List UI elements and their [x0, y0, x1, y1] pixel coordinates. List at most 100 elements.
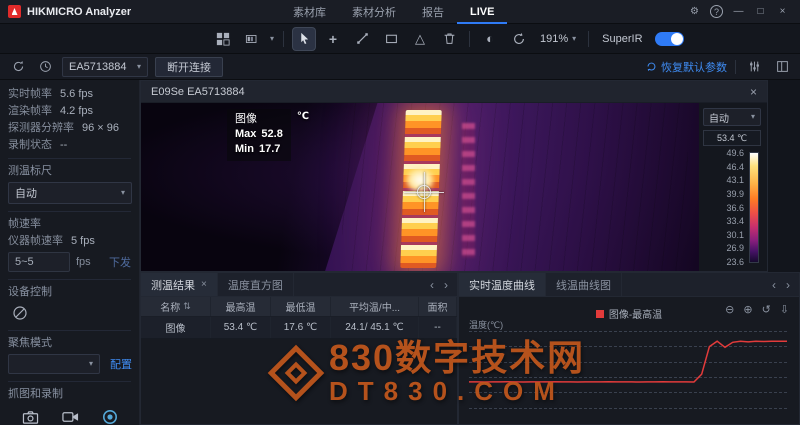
close-button[interactable]: ×	[773, 2, 792, 21]
adjust-sliders-icon[interactable]	[744, 57, 764, 77]
line-tool[interactable]	[351, 28, 373, 50]
temperature-scale: 自动 ▾ 53.4 ℃ 49.646.443.139.936.633.430.1…	[699, 103, 767, 271]
curve-tabs-prev-icon[interactable]: ‹	[772, 278, 776, 292]
hikmicro-logo-icon	[8, 5, 21, 18]
panel-tab-label: 线温曲线图	[556, 277, 611, 293]
scale-tick: 26.9	[726, 243, 744, 253]
rotate-icon[interactable]	[508, 28, 530, 50]
filter-columns-icon[interactable]	[772, 57, 792, 77]
device-control-section-title: 设备控制	[8, 279, 131, 298]
table-header-cell[interactable]: 平均温/中...	[331, 297, 419, 316]
focus-mode-select[interactable]: ▾	[8, 354, 100, 374]
thermal-image[interactable]: 图像 Max52.8 Min17.7 ℃	[141, 103, 699, 271]
scale-select-caret-icon: ▾	[751, 113, 755, 121]
chart-reset-icon[interactable]: ↺	[762, 303, 771, 316]
connection-bar: EA5713884 ▾ 断开连接 恢复默认参数	[0, 54, 800, 80]
point-tool[interactable]: +	[322, 28, 344, 50]
curve-tabs: 实时温度曲线线温曲线图	[459, 273, 622, 296]
scale-mode-select[interactable]: 自动 ▾	[703, 108, 761, 126]
palette-icon[interactable]	[241, 28, 263, 50]
device-framerate-label: 仪器帧速率	[8, 235, 63, 247]
legend-label: 图像-最高温	[609, 306, 662, 321]
table-header-cell[interactable]: 最高温	[211, 297, 271, 316]
chart-ylabel: 温度(℃)	[469, 318, 503, 331]
overlay-unit: ℃	[297, 111, 309, 122]
left-sidebar: 实时帧率5.6 fps渲染帧率4.2 fps探测器分辨率96 × 96录制状态-…	[0, 80, 140, 425]
titlebar-tab-报告[interactable]: 报告	[409, 0, 457, 24]
help-icon[interactable]: ?	[707, 2, 726, 21]
settings-gear-icon[interactable]: ⚙	[685, 2, 704, 21]
stat-label: 实时帧率	[8, 88, 52, 100]
scale-tick: 36.6	[726, 203, 744, 213]
maximize-button[interactable]: □	[751, 2, 770, 21]
palette-caret-icon[interactable]: ▾	[270, 35, 274, 43]
zoom-level-select[interactable]: 191% ▾	[537, 33, 579, 45]
device-select[interactable]: EA5713884 ▾	[62, 57, 148, 77]
contrast-icon[interactable]: ◐	[479, 28, 501, 50]
layout-grid-icon[interactable]	[212, 28, 234, 50]
record-video-icon[interactable]	[60, 407, 80, 425]
panel-tab-label: 温度直方图	[228, 277, 283, 293]
results-tabs: 测温结果 × 温度直方图	[141, 273, 294, 296]
device-framerate-value: 5 fps	[71, 235, 95, 247]
snapshot-camera-icon[interactable]	[20, 407, 40, 425]
panel-tab-线温曲线图[interactable]: 线温曲线图	[546, 273, 622, 296]
titlebar: HIKMICRO Analyzer 素材库素材分析报告LIVE ⚙ ? — □ …	[0, 0, 800, 24]
chart-zoom-in-icon[interactable]: ⊕	[743, 303, 752, 316]
panel-tab-label: 测温结果	[151, 277, 195, 293]
scale-tick: 33.4	[726, 216, 744, 226]
image-panel-close-icon[interactable]: ×	[750, 85, 757, 99]
ruler-mode-select[interactable]: 自动 ▾	[8, 182, 132, 204]
framerate-input[interactable]: 5~5	[8, 252, 70, 272]
table-cell: 图像	[141, 317, 211, 338]
overlay-max-value: 52.8	[261, 127, 282, 142]
select-tool[interactable]	[293, 28, 315, 50]
table-header-cell[interactable]: 面积	[419, 297, 457, 316]
curve-tabs-next-icon[interactable]: ›	[786, 278, 790, 292]
record-button-icon[interactable]	[100, 407, 120, 425]
panel-tab-温度直方图[interactable]: 温度直方图	[218, 273, 294, 296]
sort-icon[interactable]: ⇅	[183, 301, 191, 312]
panel-tab-测温结果[interactable]: 测温结果 ×	[141, 273, 218, 296]
titlebar-tab-素材分析[interactable]: 素材分析	[339, 0, 409, 24]
laser-control-icon[interactable]	[10, 303, 30, 323]
restore-defaults-button[interactable]: 恢复默认参数	[646, 59, 727, 75]
history-clock-icon[interactable]	[35, 57, 55, 77]
tabs-next-icon[interactable]: ›	[444, 278, 448, 292]
superir-toggle[interactable]	[655, 32, 684, 46]
crosshair-icon[interactable]	[404, 172, 444, 212]
delete-tool[interactable]	[438, 28, 460, 50]
temperature-chart[interactable]	[469, 331, 787, 416]
close-tab-icon[interactable]: ×	[201, 279, 207, 290]
device-id: EA5713884	[69, 61, 127, 73]
focus-config-button[interactable]: 配置	[110, 356, 132, 372]
table-header-cell[interactable]: 最低温	[271, 297, 331, 316]
titlebar-tab-LIVE[interactable]: LIVE	[457, 0, 507, 24]
stat-label: 探测器分辨率	[8, 122, 74, 134]
refresh-icon[interactable]	[8, 57, 28, 77]
panel-tab-实时温度曲线[interactable]: 实时温度曲线	[459, 273, 546, 296]
app-window: HIKMICRO Analyzer 素材库素材分析报告LIVE ⚙ ? — □ …	[0, 0, 800, 425]
stat-value: --	[60, 139, 67, 151]
table-cell: 17.6 ℃	[271, 317, 331, 338]
results-panel: 测温结果 × 温度直方图 ‹ › 名称⇅最高温最低温平均温/中...面积 图像53.…	[140, 272, 458, 425]
polygon-tool[interactable]: △	[409, 28, 431, 50]
send-framerate-button[interactable]: 下发	[109, 254, 131, 270]
zoom-level-value: 191%	[540, 33, 568, 45]
table-row[interactable]: 图像53.4 ℃17.6 ℃24.1/ 45.1 ℃--	[141, 317, 457, 339]
image-panel-title: E09Se EA5713884	[151, 86, 245, 98]
ruler-mode-value: 自动	[15, 185, 37, 201]
image-panel-header: E09Se EA5713884 ×	[141, 81, 767, 103]
capture-section-title: 抓图和录制	[8, 381, 131, 400]
chart-export-icon[interactable]: ⇩	[780, 303, 789, 316]
chart-zoom-out-icon[interactable]: ⊖	[725, 303, 734, 316]
tabs-prev-icon[interactable]: ‹	[430, 278, 434, 292]
table-header: 名称⇅最高温最低温平均温/中...面积	[141, 297, 457, 317]
table-header-cell[interactable]: 名称⇅	[141, 297, 211, 316]
stat-value: 96 × 96	[82, 122, 119, 134]
rectangle-tool[interactable]	[380, 28, 402, 50]
titlebar-tab-素材库[interactable]: 素材库	[280, 0, 339, 24]
minimize-button[interactable]: —	[729, 2, 748, 21]
stat-label: 录制状态	[8, 139, 52, 151]
disconnect-button[interactable]: 断开连接	[155, 57, 223, 77]
